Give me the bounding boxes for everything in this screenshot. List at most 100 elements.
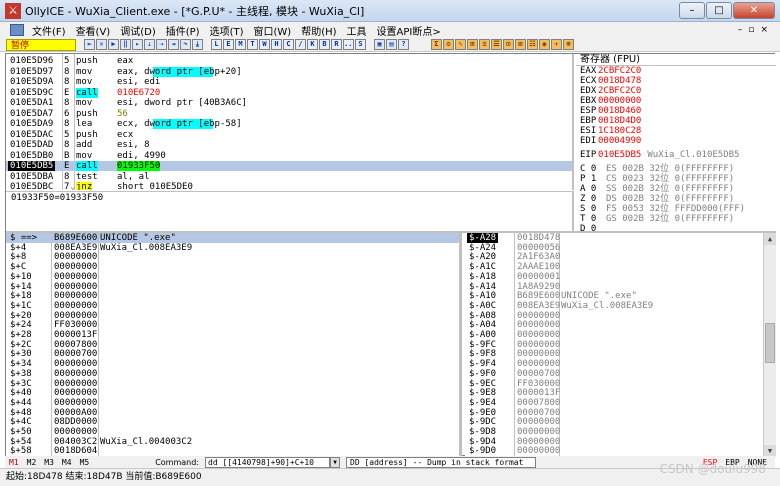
menu-options[interactable]: 选项(T)	[205, 23, 249, 38]
stack-row[interactable]: $-9E8 0000013F	[465, 388, 763, 398]
menu-file[interactable]: 文件(F)	[27, 23, 71, 38]
dump-row[interactable]: $+40 00000000	[6, 388, 459, 398]
disassembly-pane[interactable]: 010E5D96 5 push eax 010E5D97 8 mov eax, dword p…	[6, 54, 574, 190]
dump-row[interactable]: $ ==> B689E600 UNICODE ".exe"	[6, 233, 459, 243]
stack-row[interactable]: $-A10 B689E600 UNICODE ".exe"	[465, 291, 763, 301]
stack-row[interactable]: $-A04 00000000	[465, 320, 763, 330]
toolbar-window-h-button[interactable]: H	[271, 39, 282, 50]
command-dropdown-icon[interactable]: ▼	[330, 456, 341, 468]
register-value[interactable]: 00004990	[598, 136, 641, 146]
stack-row[interactable]: $-A24 00000056	[465, 243, 763, 253]
toolbar-debug-button[interactable]: ⤓	[192, 39, 203, 50]
menu-window[interactable]: 窗口(W)	[249, 23, 297, 38]
dump-row[interactable]: $+28 0000013F	[6, 330, 459, 340]
toolbar-window-b-button[interactable]: B	[319, 39, 330, 50]
stack-row[interactable]: $-A28 0018D478	[465, 233, 763, 243]
mem-tab-m2[interactable]: M2	[27, 458, 37, 467]
menu-debug[interactable]: 调试(D)	[115, 23, 161, 38]
stack-row[interactable]: $-A0C 008EA3E9 WuXia_Cl.008EA3E9	[465, 301, 763, 311]
stack-row[interactable]: $-9F4 00000000	[465, 359, 763, 369]
dump-row[interactable]: $+C 00000000	[6, 262, 459, 272]
stack-row[interactable]: $-9D8 00000000	[465, 427, 763, 437]
disasm-row[interactable]: 010E5DB0 Bmov edi, 4990	[6, 151, 572, 161]
register-row[interactable]: EDX 2CBFC2C0	[576, 86, 776, 96]
register-value[interactable]: 0018D4D0	[598, 116, 641, 126]
stack-row[interactable]: $-9D0 00000000	[465, 446, 763, 456]
disasm-row[interactable]: 010E5DB5 Ecall 01933F50	[6, 161, 572, 171]
toolbar-window-slash-button[interactable]: /	[295, 39, 306, 50]
dump-row[interactable]: $+4C 08DD0000	[6, 417, 459, 427]
disasm-row[interactable]: 010E5D9A 8 mov esi, edi	[6, 77, 572, 87]
dump-row[interactable]: $+4 008EA3E9 WuXia_Cl.008EA3E9	[6, 243, 459, 253]
flag-row[interactable]: C 0 ES 002B 32位 0(FFFFFFFF)	[576, 164, 776, 174]
menu-set-api-breakpoint[interactable]: 设置API断点>	[372, 23, 446, 38]
stack-row[interactable]: $-9F0 00000700	[465, 369, 763, 379]
toolbar-plugin-button[interactable]: ◉	[539, 39, 550, 50]
toolbar-plugin-button[interactable]: Σ	[431, 39, 442, 50]
toolbar-plugin-button[interactable]: ⊞	[467, 39, 478, 50]
dump-row[interactable]: $+14 00000000	[6, 282, 459, 292]
dump-row[interactable]: $+48 00000A00	[6, 408, 459, 418]
cpu-window-icon[interactable]	[10, 24, 24, 36]
dump-row[interactable]: $+10 00000000	[6, 272, 459, 282]
toolbar-plugin-button[interactable]: ⊡	[503, 39, 514, 50]
register-row[interactable]: EIP 010E5DB5 WuXia_Cl.010E5DB5	[576, 150, 776, 160]
dump-row[interactable]: $+34 00000000	[6, 359, 459, 369]
toolbar-window-s-button[interactable]: S	[355, 39, 366, 50]
mem-tab-m4[interactable]: M4	[62, 458, 72, 467]
mdi-minimize-button[interactable]: –	[738, 25, 743, 35]
dump-row[interactable]: $+44 00000000	[6, 398, 459, 408]
toolbar-window-r-button[interactable]: R	[331, 39, 342, 50]
toolbar-option-button[interactable]: ?	[398, 39, 409, 50]
toolbar-debug-button[interactable]: ✕	[96, 39, 107, 50]
register-value[interactable]: 00000000	[598, 96, 641, 106]
register-value[interactable]: 2CBFC2C0	[598, 66, 641, 76]
disasm-row[interactable]: 010E5DAD 8 add esi, 8	[6, 140, 572, 150]
stack-row[interactable]: $-9E0 00000700	[465, 408, 763, 418]
toolbar-plugin-button[interactable]: ☷	[527, 39, 538, 50]
stack-scrollbar[interactable]: ▲ ▼	[763, 233, 776, 457]
toolbar-plugin-button[interactable]: ⊕	[563, 39, 574, 50]
mem-tab-m1[interactable]: M1	[9, 458, 19, 467]
toolbar-debug-button[interactable]: ⇢	[156, 39, 167, 50]
menu-view[interactable]: 查看(V)	[71, 23, 116, 38]
register-value[interactable]: 0018D478	[598, 76, 641, 86]
register-row[interactable]: ESI 1C180C28	[576, 126, 776, 136]
scroll-up-arrow-icon[interactable]: ▲	[764, 233, 776, 245]
toolbar-window-m-button[interactable]: M	[235, 39, 246, 50]
toolbar-window-more-button[interactable]: ...	[343, 39, 354, 50]
toolbar-plugin-button[interactable]: ☰	[491, 39, 502, 50]
dump-pane[interactable]: $ ==> B689E600 UNICODE ".exe" $+4 008EA3E9 Wu…	[6, 233, 462, 457]
register-value[interactable]: 010E5DB5	[598, 150, 641, 160]
flag-row[interactable]: A 0 SS 002B 32位 0(FFFFFFFF)	[576, 184, 776, 194]
disasm-row[interactable]: 010E5D9C Ecall 010E6720	[6, 87, 572, 98]
stack-row[interactable]: $-9DC 00000000	[465, 417, 763, 427]
disasm-row[interactable]: 010E5D96 5 push eax	[6, 56, 572, 66]
scroll-thumb[interactable]	[765, 323, 775, 363]
toolbar-plugin-button[interactable]: ≡	[479, 39, 490, 50]
stack-row[interactable]: $-9F8 00000000	[465, 349, 763, 359]
dump-row[interactable]: $+24 FF030000	[6, 320, 459, 330]
register-row[interactable]: ECX 0018D478	[576, 76, 776, 86]
disasm-row[interactable]: 010E5DAC 5 push ecx	[6, 130, 572, 140]
menu-plugins[interactable]: 插件(P)	[161, 23, 205, 38]
stack-row[interactable]: $-A1C 2AAAE100	[465, 262, 763, 272]
stack-row[interactable]: $-9D4 00000000	[465, 437, 763, 447]
disasm-row[interactable]: 010E5DA9 8 lea ecx, dword ptr [ebp-58]	[6, 119, 572, 129]
menu-help[interactable]: 帮助(H)	[296, 23, 341, 38]
toolbar-debug-button[interactable]: ↷	[180, 39, 191, 50]
menu-tools[interactable]: 工具	[342, 23, 372, 38]
toolbar-debug-button[interactable]: ‖	[120, 39, 131, 50]
toolbar-option-button[interactable]: ▣	[374, 39, 385, 50]
stack-row[interactable]: $-9FC 00000000	[465, 340, 763, 350]
register-row[interactable]: EBP 0018D4D0	[576, 116, 776, 126]
disasm-row[interactable]: 010E5DA1 8 mov esi, dword ptr [40B3A6C]	[6, 98, 572, 108]
dump-row[interactable]: $+2C 00007800	[6, 340, 459, 350]
stack-row[interactable]: $-9E4 00007800	[465, 398, 763, 408]
stack-row[interactable]: $-A18 00000001	[465, 272, 763, 282]
register-row[interactable]: EDI 00004990	[576, 136, 776, 146]
mem-tab-m5[interactable]: M5	[80, 458, 90, 467]
disasm-row[interactable]: 010E5DBC 7 ⌄ jnz short 010E5DE0	[6, 182, 572, 190]
mdi-restore-button[interactable]: ▫	[748, 25, 754, 35]
toolbar-window-l-button[interactable]: L	[211, 39, 222, 50]
